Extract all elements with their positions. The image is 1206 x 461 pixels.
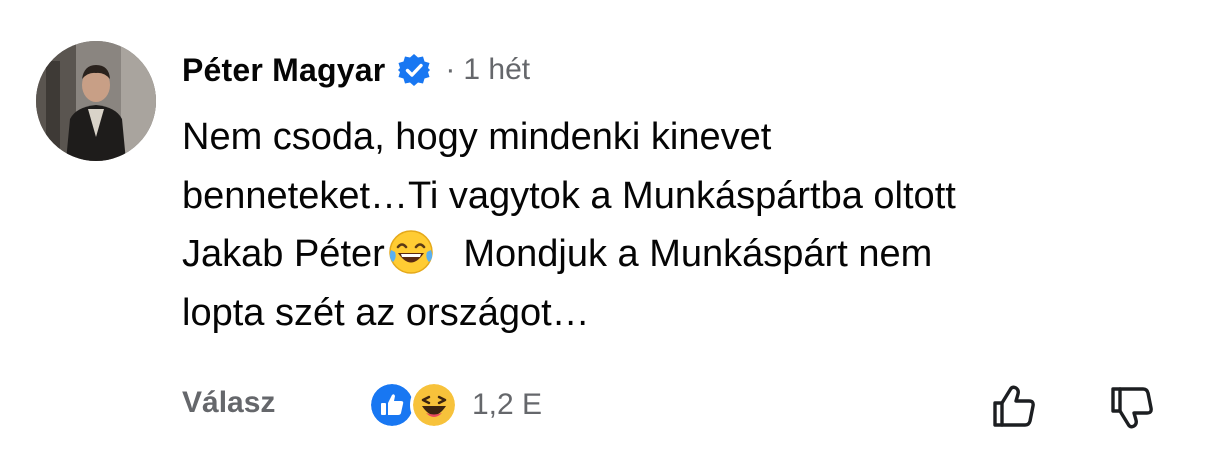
comment-line: Nem csoda, hogy mindenki kinevet: [182, 116, 772, 158]
author-name[interactable]: Péter Magyar: [182, 52, 385, 89]
comment-text: Nem csoda, hogy mindenki kinevet bennete…: [182, 108, 1142, 342]
comment-header: Péter Magyar · 1 hét: [182, 50, 530, 90]
haha-reaction-icon: [410, 381, 458, 429]
tears-of-joy-emoji-icon: [387, 228, 435, 276]
avatar[interactable]: [36, 41, 156, 161]
verified-badge-icon: [397, 53, 431, 87]
timestamp[interactable]: 1 hét: [463, 53, 530, 87]
comment-line-segment: Mondjuk a Munkáspárt nem: [452, 233, 933, 275]
comment-line: Jakab Péter Mondjuk a Munkáspárt nem: [182, 225, 1142, 284]
reaction-count: 1,2 E: [472, 388, 543, 421]
comment-line-segment: Jakab Péter: [182, 233, 385, 275]
comment-line: benneteket…Ti vagytok a Munkáspártba olt…: [182, 174, 956, 217]
comment-line: lopta szét az országot…: [182, 291, 590, 334]
like-reaction-icon: [368, 381, 416, 429]
thumbs-up-icon[interactable]: [988, 380, 1040, 432]
thumbs-down-icon[interactable]: [1106, 382, 1158, 434]
reply-button[interactable]: Válasz: [182, 386, 275, 420]
profile-photo: [36, 41, 156, 161]
time-separator: ·: [445, 53, 456, 86]
reactions-summary[interactable]: 1,2 E: [368, 381, 542, 429]
